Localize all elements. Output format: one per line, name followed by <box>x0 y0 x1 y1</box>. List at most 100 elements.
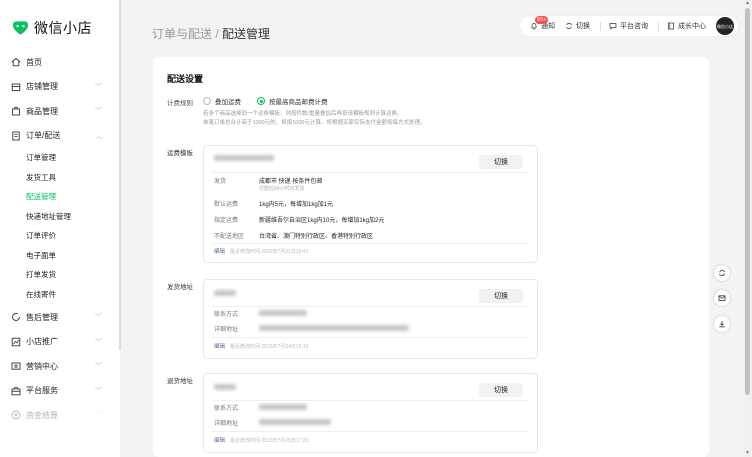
ship-detail-label: 详细地址 <box>214 327 239 333</box>
message-float-button[interactable] <box>714 290 730 306</box>
ship-sub: 付款后24小时内发货 <box>259 186 305 192</box>
return-address-edit-link[interactable]: 编辑 <box>214 436 225 444</box>
mail-icon <box>718 295 726 301</box>
notification-button[interactable]: 99+ 通知 <box>530 16 555 31</box>
sidebar-item-promotion[interactable]: 小店推广 ﹀ <box>0 330 120 355</box>
notification-badge: 99+ <box>535 16 549 24</box>
switch-label: 切换 <box>576 23 590 30</box>
avatar[interactable]: 微信小店 <box>716 17 734 35</box>
book-icon <box>667 22 675 30</box>
sidebar-item-label: 资金结算 <box>26 410 58 420</box>
shop-icon <box>10 81 21 92</box>
page-header: 订单与配送 / 配送管理 99+ 通知 切换 平台咨询 成长中心 微信小店 <box>121 0 744 55</box>
briefcase-icon <box>10 385 21 396</box>
panel-divider <box>212 337 529 338</box>
toolbar-divider <box>658 21 659 31</box>
chevron-down-icon: ﹀ <box>95 412 102 420</box>
platform-consult-label: 平台咨询 <box>620 23 648 30</box>
radio-highest-freight[interactable]: 按最高商品邮费计费 <box>257 96 328 106</box>
billing-rule-label: 计费规则 <box>167 100 193 107</box>
toolbar-divider <box>600 21 601 31</box>
ship-contact-label: 联系方式 <box>214 312 239 318</box>
sidebar-sub-order-review[interactable]: 订单评价 <box>0 226 120 246</box>
radio-label: 叠加运费 <box>215 99 241 106</box>
ship-address-edit-link[interactable]: 编辑 <box>214 342 225 350</box>
chevron-down-icon: ﹀ <box>95 338 102 346</box>
growth-center-button[interactable]: 成长中心 <box>667 21 706 31</box>
return-contact-redacted <box>259 404 307 410</box>
return-address-switch-button[interactable]: 切换 <box>479 383 523 397</box>
breadcrumb-parent[interactable]: 订单与配送 <box>152 27 212 41</box>
template-switch-button[interactable]: 切换 <box>479 155 523 169</box>
sidebar-sub-ship-tools[interactable]: 发货工具 <box>0 168 120 188</box>
app-name: 微信小店 <box>34 20 92 36</box>
sidebar-item-label: 营销中心 <box>26 361 58 371</box>
refresh-float-button[interactable] <box>714 265 730 281</box>
sidebar-sub-order-manage[interactable]: 订单管理 <box>0 148 120 168</box>
return-address-label: 退货地址 <box>167 378 193 385</box>
sidebar-menu: 首页 店铺管理 ﹀ 商品管理 ﹀ 订单/配送 ︿ 订单管理 发货工具 配送管理 … <box>0 50 120 428</box>
sidebar-item-marketing[interactable]: 营销中心 ﹀ <box>0 354 120 379</box>
freight-template-panel: 切换 发货 成都市 快递 按条件包邮 付款后24小时内发货 默认运费 1kg内5… <box>203 145 538 263</box>
growth-center-label: 成长中心 <box>678 23 706 30</box>
refresh-icon <box>719 270 725 276</box>
return-name-redacted <box>214 384 236 390</box>
radio-stack-freight[interactable]: 叠加运费 <box>203 96 241 106</box>
return-detail-redacted <box>259 419 331 425</box>
sidebar-item-orders[interactable]: 订单/配送 ︿ <box>0 124 120 149</box>
sidebar-item-label: 首页 <box>26 57 42 67</box>
sidebar-item-label: 商品管理 <box>26 106 58 116</box>
chat-icon <box>609 23 617 30</box>
sidebar: 微信小店 首页 店铺管理 ﹀ 商品管理 ﹀ 订单/配送 ︿ 订单管理 发货工具 … <box>0 0 120 457</box>
sidebar-item-products[interactable]: 商品管理 ﹀ <box>0 99 120 124</box>
home-icon <box>10 57 21 68</box>
wechat-shop-logo-icon <box>12 21 29 35</box>
switch-account-button[interactable]: 切换 <box>565 21 590 31</box>
sidebar-sub-e-waybill[interactable]: 电子面单 <box>0 246 120 266</box>
switch-icon <box>566 23 572 29</box>
ship-value: 成都市 快递 按条件包邮 <box>259 179 323 185</box>
return-address-panel: 切换 联系方式 详细地址 编辑 最近修改时间 2023年7月25日17:23 <box>203 373 538 453</box>
return-contact-label: 联系方式 <box>214 406 239 412</box>
sidebar-item-platform[interactable]: 平台服务 ﹀ <box>0 379 120 404</box>
sidebar-item-shop[interactable]: 店铺管理 ﹀ <box>0 75 120 100</box>
sidebar-item-home[interactable]: 首页 <box>0 50 120 75</box>
sidebar-sub-print-ship[interactable]: 打单发货 <box>0 265 120 285</box>
breadcrumb: 订单与配送 / 配送管理 <box>152 25 270 42</box>
default-freight-value: 1kg内5元，每增加1kg加1元 <box>259 202 334 208</box>
sidebar-sub-delivery-manage[interactable]: 配送管理 <box>0 187 120 207</box>
chevron-down-icon: ﹀ <box>95 387 102 395</box>
scroll-down-icon[interactable]: ▼ <box>745 450 750 456</box>
panel-divider <box>212 431 529 432</box>
sidebar-item-settlement[interactable]: 资金结算 ﹀ <box>0 403 120 428</box>
delivery-settings-card: 配送设置 计费规则 叠加运费 按最高商品邮费计费 若多个商品选择同一个运费模板，… <box>153 57 709 457</box>
sidebar-item-label: 小店推广 <box>26 337 58 347</box>
sidebar-sub-online-send[interactable]: 在线寄件 <box>0 285 120 305</box>
yuan-icon <box>10 410 21 421</box>
sidebar-item-aftersale[interactable]: 售后管理 ﹀ <box>0 305 120 330</box>
chevron-down-icon: ﹀ <box>95 83 102 91</box>
platform-consult-button[interactable]: 平台咨询 <box>609 21 648 31</box>
sidebar-sub-express-address[interactable]: 快递地址管理 <box>0 207 120 227</box>
ship-contact-redacted <box>259 310 307 316</box>
settings-title: 配送设置 <box>167 74 204 84</box>
template-edit-link[interactable]: 编辑 <box>214 247 225 255</box>
download-float-button[interactable] <box>714 316 730 332</box>
no-delivery-label: 不配送地区 <box>214 234 245 240</box>
app-logo[interactable]: 微信小店 <box>11 18 92 38</box>
return-address-updated-time: 最近修改时间 2023年7月25日17:23 <box>230 438 309 444</box>
chevron-down-icon: ﹀ <box>95 363 102 371</box>
scrollbar-thumb[interactable] <box>745 8 750 395</box>
chevron-up-icon: ︿ <box>95 132 102 140</box>
sidebar-item-label: 店铺管理 <box>26 82 58 92</box>
ship-address-switch-button[interactable]: 切换 <box>479 289 523 303</box>
panel-divider <box>212 172 529 173</box>
ship-address-label: 发货地址 <box>167 284 193 291</box>
radio-label: 按最高商品邮费计费 <box>269 99 328 106</box>
download-icon <box>719 321 725 328</box>
sidebar-item-label: 平台服务 <box>26 386 58 396</box>
ship-detail-redacted <box>259 325 409 331</box>
bag-icon <box>10 106 21 117</box>
page-scrollbar[interactable]: ▲ ▼ <box>744 0 752 457</box>
scroll-up-icon[interactable]: ▲ <box>745 0 750 6</box>
